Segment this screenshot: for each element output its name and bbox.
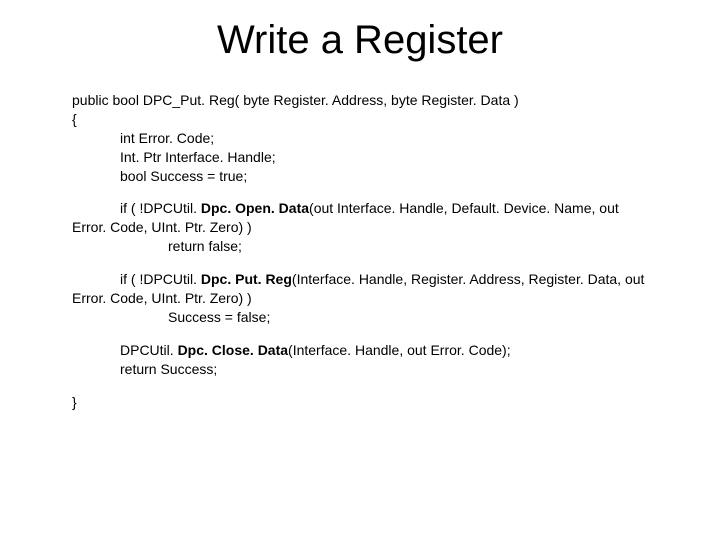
- if-put-line2: Error. Code, UInt. Ptr. Zero) ): [72, 289, 648, 308]
- close-prefix: DPCUtil.: [120, 342, 178, 358]
- if-put-prefix: if ( !DPCUtil.: [120, 271, 201, 287]
- decl-interface-handle: Int. Ptr Interface. Handle;: [72, 148, 648, 167]
- close-brace: }: [72, 393, 648, 412]
- open-brace: {: [72, 110, 648, 129]
- dpc-open-data-call: Dpc. Open. Data: [201, 200, 309, 216]
- if-open-line2: Error. Code, UInt. Ptr. Zero) ): [72, 218, 648, 237]
- if-open-args: (out Interface. Handle, Default. Device.…: [309, 200, 619, 216]
- if-put-assign: Success = false;: [72, 308, 648, 327]
- code-body: public bool DPC_Put. Reg( byte Register.…: [0, 91, 720, 411]
- if-put-line1: if ( !DPCUtil. Dpc. Put. Reg(Interface. …: [72, 270, 648, 289]
- if-open-prefix: if ( !DPCUtil.: [120, 200, 201, 216]
- close-args: (Interface. Handle, out Error. Code);: [288, 342, 511, 358]
- slide: Write a Register public bool DPC_Put. Re…: [0, 0, 720, 540]
- decl-error-code: int Error. Code;: [72, 129, 648, 148]
- decl-success: bool Success = true;: [72, 167, 648, 186]
- return-success: return Success;: [72, 360, 648, 379]
- if-open-return: return false;: [72, 237, 648, 256]
- close-block: DPCUtil. Dpc. Close. Data(Interface. Han…: [72, 341, 648, 379]
- close-call-line: DPCUtil. Dpc. Close. Data(Interface. Han…: [72, 341, 648, 360]
- slide-title: Write a Register: [0, 0, 720, 91]
- signature-line: public bool DPC_Put. Reg( byte Register.…: [72, 91, 648, 110]
- if-put-args: (Interface. Handle, Register. Address, R…: [292, 271, 645, 287]
- if-put-block: if ( !DPCUtil. Dpc. Put. Reg(Interface. …: [72, 270, 648, 327]
- dpc-close-data-call: Dpc. Close. Data: [178, 342, 288, 358]
- dpc-put-reg-call: Dpc. Put. Reg: [201, 271, 292, 287]
- if-open-block: if ( !DPCUtil. Dpc. Open. Data(out Inter…: [72, 199, 648, 256]
- if-open-line1: if ( !DPCUtil. Dpc. Open. Data(out Inter…: [72, 199, 648, 218]
- signature-block: public bool DPC_Put. Reg( byte Register.…: [72, 91, 648, 185]
